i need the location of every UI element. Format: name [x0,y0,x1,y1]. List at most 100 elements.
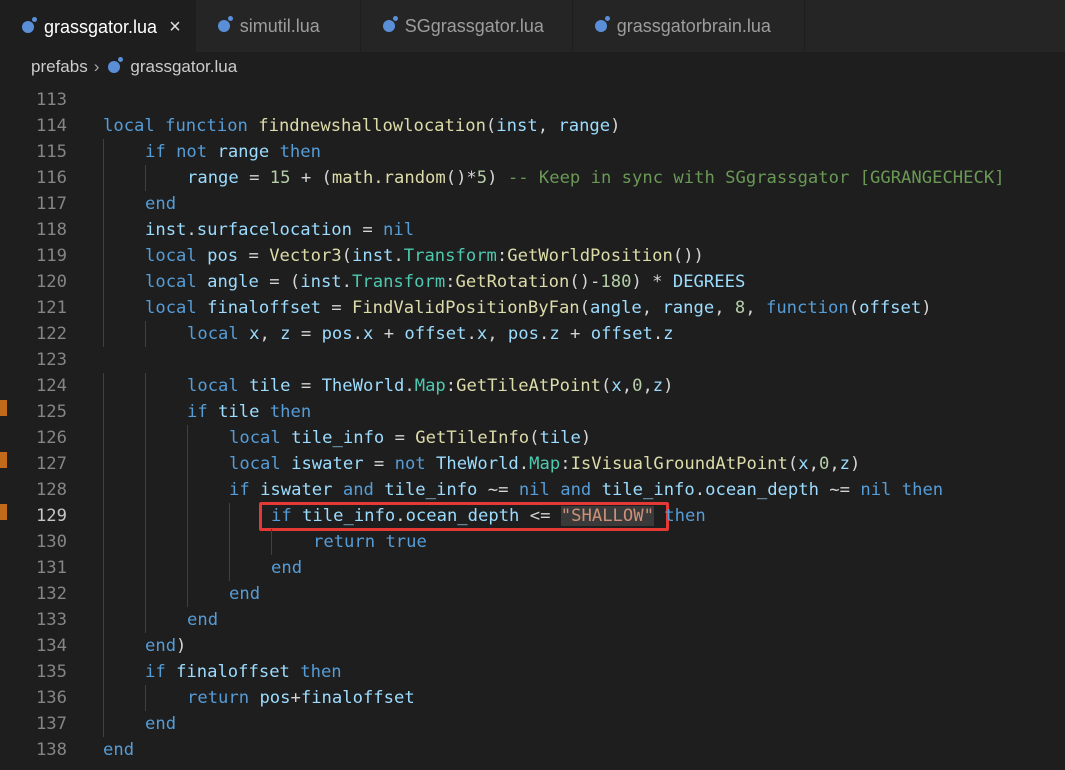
code-line[interactable]: 122 local x, z = pos.x + offset.x, pos.z … [0,321,1065,347]
line-number: 138 [35,740,67,760]
code-line[interactable]: 123 [0,347,1065,373]
code-token: GetTileAtPoint [456,376,601,396]
code-token: TheWorld [321,376,405,396]
code-line[interactable]: 117 end [0,191,1065,217]
line-number: 116 [35,168,67,188]
line-number: 113 [35,90,67,110]
code-token: if [229,480,250,500]
indent-guide [145,399,146,425]
code-line[interactable]: 127 local iswater = not TheWorld.Map:IsVi… [0,451,1065,477]
code-token: . [694,480,706,500]
indent-guide [103,399,104,425]
code-line[interactable]: 114 local function findnewshallowlocation… [0,113,1065,139]
code-token: then [901,480,944,500]
code-line[interactable]: 129 if tile_info.ocean_depth <= "SHALLOW"… [0,503,1065,529]
code-line[interactable]: 119 local pos = Vector3(inst.Transform:Ge… [0,243,1065,269]
breadcrumb-folder[interactable]: prefabs [31,57,88,77]
code-token: ) [850,454,861,474]
indent-guide [145,503,146,529]
code-line[interactable]: 128 if iswater and tile_info ~= nil and t… [0,477,1065,503]
code-token: ()) [672,246,704,266]
code-token: then [664,506,706,526]
code-token: + [290,688,301,708]
code-line[interactable]: 137 end [0,711,1065,737]
indent-guide [145,451,146,477]
code-token: -- Keep in sync with SGgrassgator [GGRAN… [507,168,1005,188]
code-line[interactable]: 138 end [0,737,1065,763]
code-line[interactable]: 125 if tile then [0,399,1065,425]
code-line[interactable]: 113 [0,87,1065,113]
code-editor[interactable]: 113 114 local function findnewshallowlocat… [0,82,1065,770]
code-line[interactable]: 132 end [0,581,1065,607]
line-code: if finaloffset then [145,659,342,685]
code-token: "SHALLOW" [560,506,654,526]
line-code: end) [145,633,186,659]
close-icon[interactable]: × [169,16,181,39]
code-token: 0 [818,454,830,474]
code-token: . [186,220,197,240]
code-line[interactable]: 116 range = 15 + (math.random()*5) -- Kee… [0,165,1065,191]
line-number: 131 [35,558,67,578]
code-token: range [187,168,239,188]
line-code: local pos = Vector3(inst.Transform:GetWo… [145,243,704,269]
tab-grassgator-lua[interactable]: grassgator.lua × [0,0,196,52]
line-code: local finaloffset = FindValidPositionByF… [145,295,932,321]
code-line[interactable]: 133 end [0,607,1065,633]
line-code: return pos+finaloffset [187,685,415,711]
tab-grassgatorbrain-lua[interactable]: grassgatorbrain.lua [573,0,805,52]
code-line[interactable]: 126 local tile_info = GetTileInfo(tile) [0,425,1065,451]
code-token: local [187,376,239,396]
code-token: Map [529,454,561,474]
code-token: Transform [352,272,446,292]
code-line[interactable]: 134 end) [0,633,1065,659]
code-token: = [363,454,395,474]
code-line[interactable]: 130 return true [0,529,1065,555]
code-line[interactable]: 120 local angle = (inst.Transform:GetRota… [0,269,1065,295]
line-code: range = 15 + (math.random()*5) -- Keep i… [187,165,1005,191]
code-token: + [373,324,405,344]
code-token: range [558,116,611,136]
code-token: . [393,246,404,266]
indent-guide [145,165,146,191]
code-line[interactable]: 135 if finaloffset then [0,659,1065,685]
tab-label: grassgatorbrain.lua [616,15,771,36]
code-line[interactable]: 118 inst.surfacelocation = nil [0,217,1065,243]
code-token: local [103,116,155,136]
indent-guide [103,633,104,659]
indent-guide [187,477,188,503]
code-token: z [652,376,664,396]
code-line[interactable]: 124 local tile = TheWorld.Map:GetTileAtPo… [0,373,1065,399]
tab-simutil-lua[interactable]: simutil.lua [196,0,361,52]
code-token: nil [518,480,550,500]
code-line[interactable]: 121 local finaloffset = FindValidPosition… [0,295,1065,321]
code-token: TheWorld [436,454,519,474]
code-line[interactable]: 131 end [0,555,1065,581]
code-token: Map [414,376,446,396]
code-token: ( [529,428,540,448]
code-token: inst [352,246,394,266]
code-line[interactable]: 136 return pos+finaloffset [0,685,1065,711]
code-token: local [229,428,281,448]
code-token: end [145,636,177,656]
code-token: , [745,298,766,318]
code-token: ()- [569,272,601,292]
line-number: 115 [35,142,67,162]
breadcrumb-file[interactable]: grassgator.lua [130,57,237,77]
line-code: local function findnewshallowlocation(in… [103,113,621,139]
code-token: return [187,688,250,708]
code-token: = ( [258,272,301,292]
tab-sggrassgator-lua[interactable]: SGgrassgator.lua [361,0,573,52]
code-token: ocean_depth [405,506,520,526]
line-number: 134 [35,636,67,656]
tab-bar: grassgator.lua × simutil.lua SGgrassgato… [0,0,1065,52]
code-token: offset [404,324,467,344]
code-token: 5 [476,168,488,188]
code-line[interactable]: 115 if not range then [0,139,1065,165]
